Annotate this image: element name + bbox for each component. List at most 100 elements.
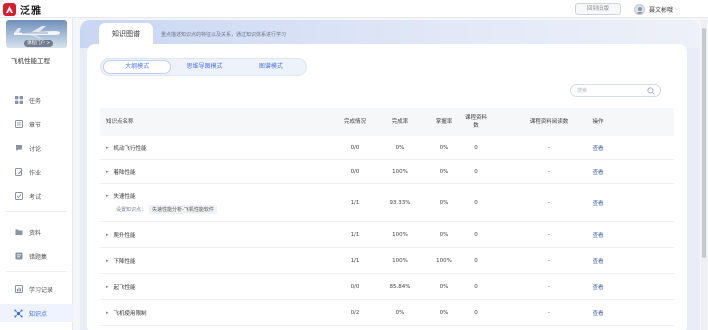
edit-icon xyxy=(14,168,23,177)
view-link[interactable]: 查看 xyxy=(578,160,618,183)
view-link[interactable]: 查看 xyxy=(578,184,618,221)
caret-right-icon[interactable]: ▸ xyxy=(106,258,109,264)
materials-cell: 0 xyxy=(474,199,478,206)
avatar xyxy=(634,3,645,15)
mode-outline-button[interactable]: 大纲模式 xyxy=(103,60,172,74)
knowledge-point-name[interactable]: ▸ 爬升性能 xyxy=(100,222,320,247)
user-name: 聂文彬哦 xyxy=(649,6,674,14)
table-row[interactable]: ▸ 起飞性能 0/0 85.84% 0% 0 - 查看 xyxy=(100,274,674,300)
sidebar-item-tasks[interactable]: 任务 xyxy=(0,91,73,109)
airplane-icon xyxy=(14,26,60,39)
sidebar-item-label: 资料 xyxy=(29,229,42,237)
column-header-action: 操作 xyxy=(592,119,604,125)
grid-icon xyxy=(14,96,23,105)
course-title: 飞机性能工程 xyxy=(11,57,50,65)
sub-label: 设置知识点： xyxy=(116,206,147,213)
chevron-down-icon: ⌵ xyxy=(675,6,679,12)
row-title: 起飞性能 xyxy=(113,284,136,291)
caret-right-icon[interactable]: ▸ xyxy=(106,193,109,199)
view-link[interactable]: 查看 xyxy=(578,300,618,325)
chat-icon xyxy=(14,144,23,153)
exam-icon xyxy=(14,192,23,201)
table-row[interactable]: ▸ 下降性能 1/1 100% 100% 0 - 查看 xyxy=(100,248,674,274)
caret-right-icon[interactable]: ▸ xyxy=(106,145,109,151)
sidebar-item-label: 知识点 xyxy=(29,310,48,318)
knowledge-point-name[interactable]: ▸ 失速性能 设置知识点： 失速性能分析-飞机性能软件 xyxy=(100,184,320,221)
caret-right-icon[interactable]: ▸ xyxy=(106,310,109,316)
logo[interactable]: 泛雅 xyxy=(3,2,42,17)
sidebar-item-knowledge-points[interactable]: 知识点 xyxy=(0,304,73,322)
materials-cell: 0 xyxy=(474,144,478,151)
back-to-old-version-button[interactable]: 回到旧版 xyxy=(575,3,621,15)
table-row[interactable]: ▸ 爬升性能 1/1 100% 0% 0 - 查看 xyxy=(100,222,674,248)
sidebar-item-wrong-questions[interactable]: 错题集 xyxy=(0,247,73,265)
course-banner[interactable]: 课程门户 > xyxy=(6,20,67,48)
table-row[interactable]: ▸ 失速性能 设置知识点： 失速性能分析-飞机性能软件 1/1 93.33% 0%… xyxy=(100,184,674,222)
record-icon xyxy=(14,285,23,294)
tab-description: 重点描述知识点的特征以及关系，通过知识体系进行学习 xyxy=(161,32,287,38)
knowledge-point-name[interactable]: ▸ 机动飞行性能 xyxy=(100,136,320,159)
materials-cell: 0 xyxy=(474,309,478,316)
caret-right-icon[interactable]: ▸ xyxy=(106,232,109,238)
sidebar-item-label: 章节 xyxy=(29,121,42,129)
knowledge-point-name[interactable]: ▸ 下降性能 xyxy=(100,248,320,273)
sidebar-item-materials[interactable]: 资料 xyxy=(0,223,73,241)
materials-cell: 0 xyxy=(474,257,478,264)
mode-graph-button[interactable]: 图谱模式 xyxy=(238,60,304,74)
row-title: 爬升性能 xyxy=(113,232,136,239)
table-header: 知识点名称 完成情况 完成率 掌握率 课程资料数 课程资料阅读数 操作 xyxy=(100,108,674,136)
book-icon xyxy=(14,252,23,261)
materials-cell: 0 xyxy=(474,168,478,175)
search-icon[interactable] xyxy=(647,87,655,95)
sidebar-item-exam[interactable]: 考试 xyxy=(0,187,73,205)
caret-right-icon[interactable]: ▸ xyxy=(106,284,109,290)
knowledge-tag[interactable]: 失速性能分析-飞机性能软件 xyxy=(149,204,217,214)
sidebar-item-homework[interactable]: 作业 xyxy=(0,163,73,181)
book-icon xyxy=(14,120,23,129)
main-panel: 知识图谱 重点描述知识点的特征以及关系，通过知识体系进行学习 大纲模式 思维导图… xyxy=(80,20,700,330)
knowledge-point-name[interactable]: ▸ 着陆性能 xyxy=(100,160,320,183)
sidebar: 课程门户 > 飞机性能工程 任务 章节 讨论 作业 考试 资料 错题集 学习记录… xyxy=(0,18,73,330)
sidebar-item-learning-record[interactable]: 学习记录 xyxy=(0,280,73,298)
view-link[interactable]: 查看 xyxy=(578,136,618,159)
materials-cell: 0 xyxy=(474,231,478,238)
course-portal-link[interactable]: 课程门户 > xyxy=(24,40,54,47)
user-menu[interactable]: 聂文彬哦 ⌵ xyxy=(634,3,679,15)
view-mode-switch: 大纲模式 思维导图模式 图谱模式 xyxy=(100,58,307,76)
knowledge-icon xyxy=(14,309,23,318)
sidebar-item-label: 学习记录 xyxy=(29,286,54,294)
search-input[interactable] xyxy=(577,86,643,96)
row-title: 飞机使用限制 xyxy=(113,310,147,317)
sidebar-item-label: 考试 xyxy=(29,193,42,201)
sidebar-item-label: 讨论 xyxy=(29,145,42,153)
table-row[interactable]: ▸ 机动飞行性能 0/0 0% 0% 0 - 查看 xyxy=(100,136,674,160)
row-title: 着陆性能 xyxy=(113,169,136,176)
column-header-name: 知识点名称 xyxy=(106,119,134,125)
knowledge-point-name[interactable]: ▸ 起飞性能 xyxy=(100,274,320,299)
content-card: 大纲模式 思维导图模式 图谱模式 知识点名称 完成情况 完成率 掌握率 课程资料… xyxy=(87,44,687,330)
row-title: 下降性能 xyxy=(113,258,136,265)
materials-cell: 0 xyxy=(474,283,478,290)
sidebar-item-chapters[interactable]: 章节 xyxy=(0,115,73,133)
logo-text: 泛雅 xyxy=(20,5,42,17)
view-link[interactable]: 查看 xyxy=(578,274,618,299)
sidebar-item-discussion[interactable]: 讨论 xyxy=(0,139,73,157)
view-link[interactable]: 查看 xyxy=(578,248,618,273)
row-title: 机动飞行性能 xyxy=(113,145,147,152)
table-row[interactable]: ▸ 着陆性能 0/0 100% 0% 0 - 查看 xyxy=(100,160,674,184)
view-link[interactable]: 查看 xyxy=(578,222,618,247)
row-title: 失速性能 xyxy=(113,193,136,200)
knowledge-point-name[interactable]: ▸ 飞机使用限制 xyxy=(100,300,320,325)
search-box xyxy=(570,84,661,97)
sidebar-item-label: 任务 xyxy=(29,97,42,105)
logo-icon xyxy=(3,2,16,16)
caret-right-icon[interactable]: ▸ xyxy=(106,169,109,175)
sidebar-divider xyxy=(6,211,67,212)
mode-mindmap-button[interactable]: 思维导图模式 xyxy=(171,60,237,74)
top-bar: 泛雅 回到旧版 聂文彬哦 ⌵ xyxy=(0,0,708,18)
table-row[interactable]: ▸ 飞机使用限制 0/2 0% 0% 0 - 查看 xyxy=(100,300,674,326)
sidebar-item-label: 作业 xyxy=(29,169,42,177)
sidebar-divider xyxy=(6,271,67,272)
scrollbar-thumb[interactable] xyxy=(702,28,706,258)
column-header-materials: 课程资料数 xyxy=(464,115,487,129)
